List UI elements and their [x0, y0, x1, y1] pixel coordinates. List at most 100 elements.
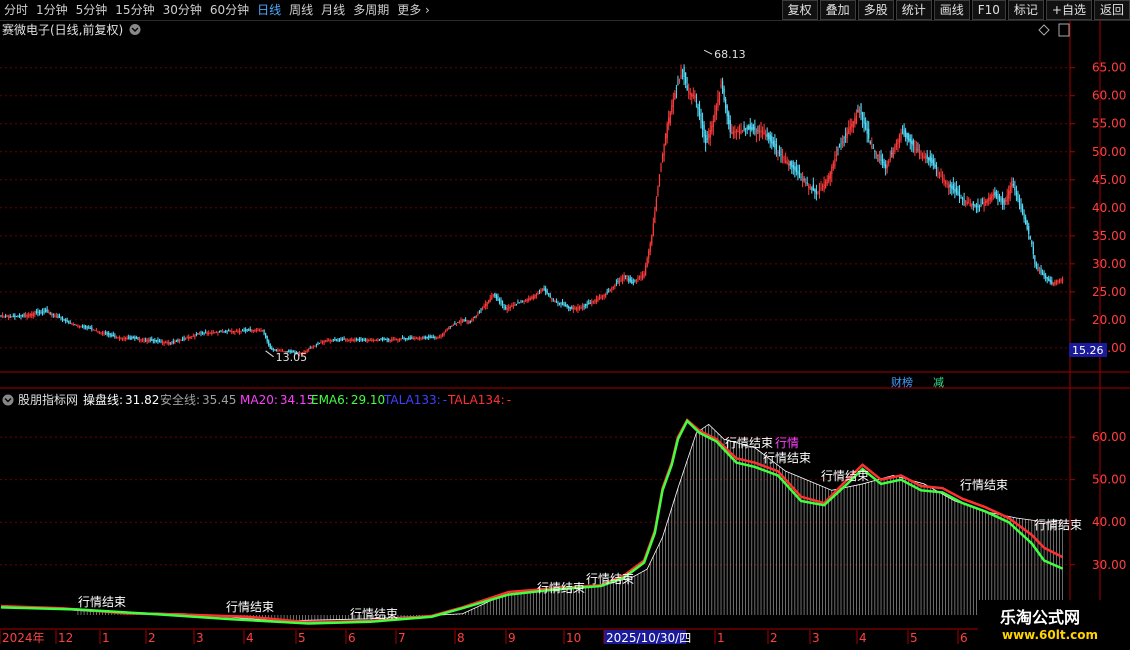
tab-multi-period[interactable]: 多周期: [349, 0, 393, 20]
candle-body-177: [272, 349, 274, 351]
candle-body-203: [312, 346, 314, 348]
multi-stock-button[interactable]: 多股: [857, 0, 894, 20]
candle-body-361: [555, 301, 557, 303]
candle-body-375: [577, 307, 579, 310]
candle-body-347: [534, 295, 536, 298]
candle-body-477: [734, 131, 736, 133]
candle-body-125: [192, 335, 194, 337]
candle-body-76: [117, 337, 119, 339]
restore-rights-button[interactable]: 复权: [781, 0, 818, 20]
indicator-chevron-down-icon[interactable]: [2, 394, 14, 406]
tab-60min[interactable]: 60分钟: [206, 0, 253, 20]
candle-body-235: [361, 339, 364, 341]
tab-more-label: 更多: [397, 3, 422, 17]
candle-body-467: [718, 91, 721, 103]
candle-body-500: [769, 134, 771, 142]
legend-ema6-label: EMA6:: [311, 393, 349, 407]
candle-body-686: [1055, 281, 1058, 284]
candle-body-389: [598, 297, 601, 300]
tab-30min[interactable]: 30分钟: [159, 0, 206, 20]
candle-body-675: [1038, 270, 1041, 272]
candle-body-271: [417, 337, 419, 339]
candle-body-674: [1037, 267, 1039, 269]
candle-body-86: [132, 337, 134, 339]
candle-body-405: [623, 275, 625, 278]
candle-body-53: [81, 325, 84, 327]
candle-body-650: [1000, 198, 1002, 202]
candle-body-112: [172, 341, 174, 343]
back-button[interactable]: 返回: [1093, 0, 1130, 20]
annotations: 行情结束 行情结束 行情结束 行情结束 行情结束 行情结束 行情 行情结束 行情…: [78, 436, 1082, 621]
candle-body-207: [318, 343, 321, 345]
tab-1min[interactable]: 1分钟: [32, 0, 72, 20]
badge-jian[interactable]: 减: [933, 376, 944, 389]
candle-body-524: [806, 182, 808, 184]
tab-5min[interactable]: 5分钟: [72, 0, 112, 20]
badge-cai-bang[interactable]: 财榜: [891, 375, 913, 389]
mark-button[interactable]: 标记: [1007, 0, 1044, 20]
candle-body-382: [588, 303, 590, 305]
candle-body-647: [995, 191, 998, 197]
candle-body-39: [60, 317, 62, 319]
candle-body-669: [1029, 236, 1031, 240]
x-axis-label-0: 2024年: [2, 631, 45, 645]
candle-body-595: [915, 148, 918, 151]
draw-line-button[interactable]: 画线: [933, 0, 970, 20]
candle-body-416: [640, 275, 642, 278]
candle-body-403: [620, 278, 622, 282]
candle-body-461: [709, 129, 711, 138]
candle-body-82: [126, 338, 128, 340]
tab-daily[interactable]: 日线: [253, 0, 285, 20]
tab-intraday[interactable]: 分时: [0, 0, 32, 20]
candle-body-312: [480, 309, 482, 311]
period-tabs: 分时 1分钟 5分钟 15分钟 30分钟 60分钟 日线 周线 月线 多周期 更…: [0, 0, 434, 20]
chart-area[interactable]: 15.0020.0025.0030.0035.0040.0045.0050.00…: [0, 20, 1130, 650]
annotation-end-4: 行情结束: [537, 581, 585, 595]
candle-body-328: [505, 307, 507, 309]
candle-body-534: [821, 185, 824, 187]
x-axis-label-18: 6: [960, 631, 968, 645]
f10-button[interactable]: F10: [971, 0, 1006, 20]
tab-more[interactable]: 更多 ›: [393, 0, 434, 20]
candle-body-370: [569, 307, 571, 309]
tab-weekly[interactable]: 周线: [285, 0, 317, 20]
tab-monthly[interactable]: 月线: [317, 0, 349, 20]
candle-body-666: [1025, 217, 1027, 225]
candle-body-553: [851, 123, 853, 127]
statistics-button[interactable]: 统计: [895, 0, 932, 20]
candle-body-309: [475, 315, 477, 317]
panel-scroll-handle[interactable]: [1058, 23, 1070, 37]
candle-body-176: [271, 347, 273, 350]
diamond-icon[interactable]: [1038, 24, 1050, 36]
tab-15min[interactable]: 15分钟: [111, 0, 158, 20]
candle-body-121: [186, 337, 188, 339]
candle-body-150: [231, 331, 233, 333]
candle-body-433: [666, 123, 668, 139]
candle-body-3: [5, 315, 7, 317]
candle-body-92: [141, 339, 144, 341]
candle-body-40: [61, 317, 64, 320]
candle-body-264: [406, 338, 408, 340]
legend-ma20-label: MA20:: [240, 393, 278, 407]
candle-body-525: [808, 185, 810, 188]
candle-body-392: [603, 294, 605, 297]
candle-body-65: [100, 332, 102, 334]
candle-body-454: [698, 103, 701, 117]
add-watchlist-button[interactable]: +自选: [1045, 0, 1092, 20]
overlay-button[interactable]: 叠加: [819, 0, 856, 20]
candle-body-142: [218, 331, 221, 333]
candle-body-71: [109, 334, 111, 336]
candle-body-572: [880, 155, 882, 162]
candle-body-462: [711, 125, 713, 132]
candle-body-434: [668, 117, 670, 125]
candle-body-77: [118, 337, 121, 339]
main-title-chevron-down-icon[interactable]: [129, 24, 141, 35]
candle-body-300: [461, 319, 464, 322]
candle-body-103: [158, 341, 161, 343]
candle-body-251: [386, 339, 388, 341]
candle-body-147: [226, 330, 228, 332]
candle-body-107: [165, 342, 167, 344]
candle-body-43: [66, 320, 68, 322]
candle-body-286: [440, 335, 442, 338]
candle-body-555: [854, 118, 856, 125]
